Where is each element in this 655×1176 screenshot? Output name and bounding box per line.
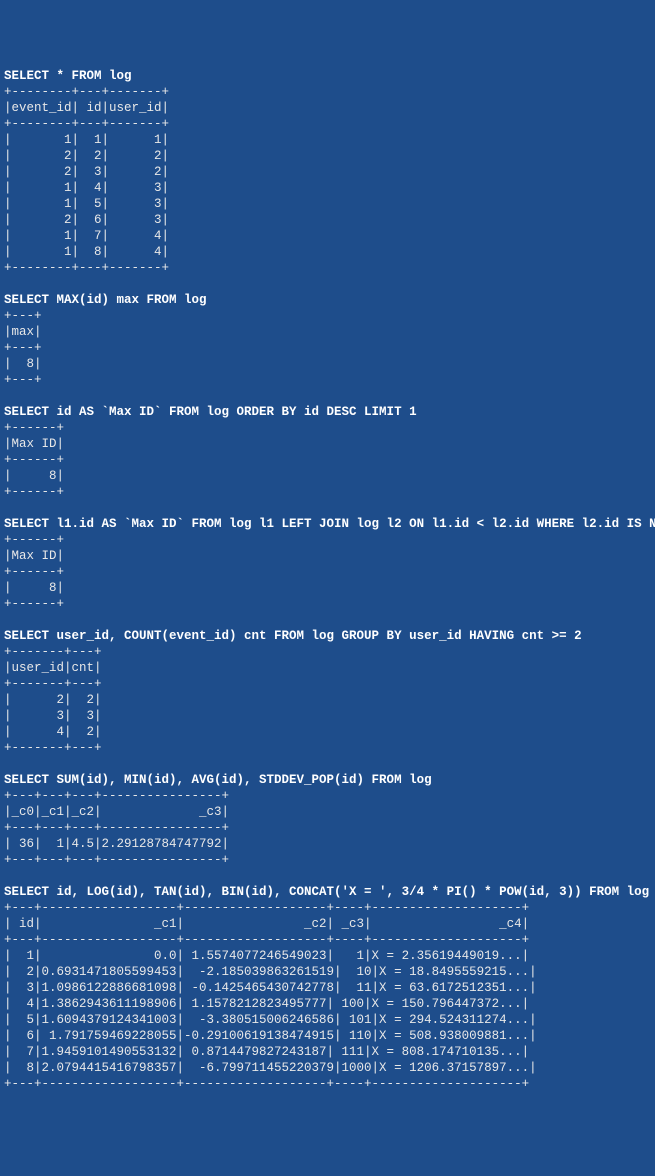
sql-query: SELECT l1.id AS `Max ID` FROM log l1 LEF… bbox=[4, 516, 651, 532]
sql-output-row: +---+------------------+----------------… bbox=[4, 932, 651, 948]
sql-query: SELECT SUM(id), MIN(id), AVG(id), STDDEV… bbox=[4, 772, 651, 788]
sql-query: SELECT * FROM log bbox=[4, 68, 651, 84]
sql-output-row: | 3| 3| bbox=[4, 708, 651, 724]
sql-output-row: +--------+---+-------+ bbox=[4, 260, 651, 276]
sql-output-row: | 1| 1| 1| bbox=[4, 132, 651, 148]
sql-output-row: | 7|1.9459101490553132| 0.87144798272431… bbox=[4, 1044, 651, 1060]
blank-line bbox=[4, 388, 651, 404]
sql-output-row: +-------+---+ bbox=[4, 676, 651, 692]
sql-query: SELECT id, LOG(id), TAN(id), BIN(id), CO… bbox=[4, 884, 651, 900]
sql-output-row: | id| _c1| _c2| _c3| _c4| bbox=[4, 916, 651, 932]
sql-output-row: |Max ID| bbox=[4, 436, 651, 452]
sql-output-row: | 8| bbox=[4, 468, 651, 484]
blank-line bbox=[4, 756, 651, 772]
sql-output-row: | 2| 2| bbox=[4, 692, 651, 708]
sql-output-row: +---+------------------+----------------… bbox=[4, 900, 651, 916]
blank-line bbox=[4, 868, 651, 884]
sql-output-row: | 2| 3| 2| bbox=[4, 164, 651, 180]
sql-output-row: | 2| 2| 2| bbox=[4, 148, 651, 164]
sql-output-row: +---+ bbox=[4, 340, 651, 356]
sql-output-row: +---+---+---+----------------+ bbox=[4, 852, 651, 868]
blank-line bbox=[4, 276, 651, 292]
sql-output-row: |event_id| id|user_id| bbox=[4, 100, 651, 116]
sql-output-row: +------+ bbox=[4, 452, 651, 468]
sql-output-row: | 1| 0.0| 1.5574077246549023| 1|X = 2.35… bbox=[4, 948, 651, 964]
sql-output-row: |max| bbox=[4, 324, 651, 340]
blank-line bbox=[4, 500, 651, 516]
sql-output-row: | 2|0.6931471805599453| -2.1850398632615… bbox=[4, 964, 651, 980]
sql-output-row: +------+ bbox=[4, 564, 651, 580]
sql-output-row: | 1| 5| 3| bbox=[4, 196, 651, 212]
sql-output-row: |_c0|_c1|_c2| _c3| bbox=[4, 804, 651, 820]
sql-output-row: | 4|1.3862943611198906| 1.15782128234957… bbox=[4, 996, 651, 1012]
sql-output-row: | 36| 1|4.5|2.29128784747792| bbox=[4, 836, 651, 852]
sql-output-row: +---+------------------+----------------… bbox=[4, 1076, 651, 1092]
sql-output-row: +------+ bbox=[4, 484, 651, 500]
sql-output-row: +---+---+---+----------------+ bbox=[4, 788, 651, 804]
sql-query: SELECT id AS `Max ID` FROM log ORDER BY … bbox=[4, 404, 651, 420]
sql-output-row: +---+---+---+----------------+ bbox=[4, 820, 651, 836]
sql-output-row: | 1| 8| 4| bbox=[4, 244, 651, 260]
sql-output-row: | 1| 4| 3| bbox=[4, 180, 651, 196]
sql-query: SELECT user_id, COUNT(event_id) cnt FROM… bbox=[4, 628, 651, 644]
sql-output-row: +--------+---+-------+ bbox=[4, 84, 651, 100]
sql-output-row: |user_id|cnt| bbox=[4, 660, 651, 676]
sql-output-row: | 8| bbox=[4, 356, 651, 372]
sql-output-row: +-------+---+ bbox=[4, 644, 651, 660]
sql-output-row: | 5|1.6094379124341003| -3.3805150062465… bbox=[4, 1012, 651, 1028]
sql-output-row: | 8| bbox=[4, 580, 651, 596]
sql-output-row: +--------+---+-------+ bbox=[4, 116, 651, 132]
sql-output-row: | 3|1.0986122886681098| -0.1425465430742… bbox=[4, 980, 651, 996]
sql-output-row: +---+ bbox=[4, 372, 651, 388]
sql-output-row: | 1| 7| 4| bbox=[4, 228, 651, 244]
sql-output-row: +---+ bbox=[4, 308, 651, 324]
sql-terminal-output: SELECT * FROM log+--------+---+-------+|… bbox=[4, 68, 651, 1092]
sql-output-row: +-------+---+ bbox=[4, 740, 651, 756]
sql-query: SELECT MAX(id) max FROM log bbox=[4, 292, 651, 308]
sql-output-row: | 8|2.0794415416798357| -6.7997114552203… bbox=[4, 1060, 651, 1076]
sql-output-row: | 6| 1.791759469228055|-0.29100619138474… bbox=[4, 1028, 651, 1044]
sql-output-row: +------+ bbox=[4, 532, 651, 548]
sql-output-row: +------+ bbox=[4, 420, 651, 436]
sql-output-row: +------+ bbox=[4, 596, 651, 612]
sql-output-row: | 2| 6| 3| bbox=[4, 212, 651, 228]
sql-output-row: |Max ID| bbox=[4, 548, 651, 564]
blank-line bbox=[4, 612, 651, 628]
sql-output-row: | 4| 2| bbox=[4, 724, 651, 740]
